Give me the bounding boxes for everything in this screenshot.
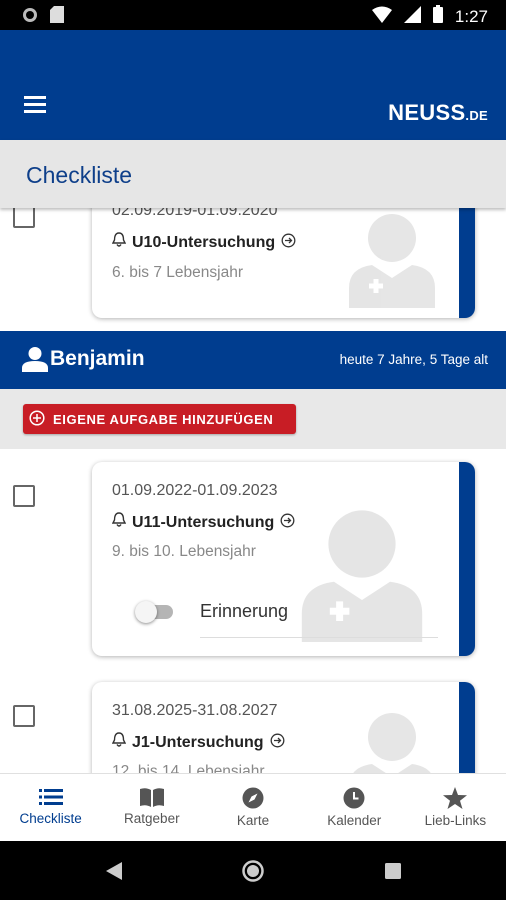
list-icon [38, 789, 63, 805]
status-bar: 1:27 [0, 0, 506, 30]
nav-label: Ratgeber [124, 811, 180, 826]
add-circle-icon [29, 409, 45, 429]
reminder-divider [200, 637, 438, 638]
app-header: NEUSS.DE [0, 30, 506, 140]
checklist-content[interactable]: 02.09.2019-01.09.2020 U10-Untersuchung 6… [0, 208, 506, 773]
page-title-bar: Checkliste [0, 140, 506, 208]
exam-age-range: 6. bis 7 Lebensjahr [112, 264, 243, 281]
exam-title: U10-Untersuchung [111, 232, 296, 253]
nav-karte[interactable]: Karte [202, 774, 303, 841]
nav-checkliste[interactable]: Checkliste [0, 774, 101, 841]
system-navigation-bar [0, 841, 506, 900]
task-checkbox[interactable] [13, 485, 35, 507]
nav-label: Lieb-Links [424, 813, 487, 828]
back-icon[interactable] [106, 862, 122, 880]
exam-title: U11-Untersuchung [111, 512, 295, 533]
reminder-toggle[interactable] [135, 601, 175, 623]
card-row-u10: 02.09.2019-01.09.2020 U10-Untersuchung 6… [0, 208, 506, 331]
add-task-button[interactable]: EIGENE AUFGABE HINZUFÜGEN [23, 404, 296, 434]
nav-label: Checkliste [19, 811, 82, 826]
exam-card-j1[interactable]: 31.08.2025-31.08.2027 J1-Untersuchung 12… [92, 682, 475, 773]
card-row-j1: 31.08.2025-31.08.2027 J1-Untersuchung 12… [0, 669, 506, 773]
bell-icon [111, 512, 127, 533]
home-icon[interactable] [242, 860, 264, 882]
nav-label: Kalender [327, 813, 382, 828]
person-icon [22, 347, 48, 372]
doctor-icon [301, 510, 423, 642]
logo-text: NEUSS [388, 100, 466, 125]
arrow-circle-icon[interactable] [281, 233, 296, 253]
reminder-label: Erinnerung [200, 601, 289, 621]
status-time: 1:27 [454, 6, 488, 26]
child-header: Benjamin heute 7 Jahre, 5 Tage alt [0, 331, 506, 389]
arrow-circle-icon[interactable] [270, 733, 285, 753]
recents-icon[interactable] [385, 863, 401, 879]
clock-icon [343, 787, 365, 809]
exam-date-range: 01.09.2022-01.09.2023 [112, 482, 278, 499]
sd-card-icon [50, 6, 64, 28]
exam-name: U11-Untersuchung [132, 513, 275, 531]
exam-name: J1-Untersuchung [132, 733, 264, 751]
doctor-icon [353, 713, 431, 773]
exam-title: J1-Untersuchung [111, 732, 285, 753]
menu-icon[interactable] [24, 96, 46, 114]
nav-kalender[interactable]: Kalender [304, 774, 405, 841]
book-icon [139, 788, 164, 807]
exam-age-range: 9. bis 10. Lebensjahr [112, 543, 256, 560]
exam-date-range: 31.08.2025-31.08.2027 [112, 702, 278, 719]
doctor-icon [349, 214, 435, 308]
signal-icon [403, 5, 421, 28]
battery-icon [432, 5, 443, 28]
exam-age-range: 12. bis 14. Lebensjahr [112, 763, 265, 773]
arrow-circle-icon[interactable] [280, 513, 295, 533]
wifi-icon [371, 6, 392, 28]
child-name: Benjamin [50, 347, 145, 370]
nav-lieb-links[interactable]: Lieb-Links [405, 774, 506, 841]
page-title: Checkliste [26, 162, 133, 188]
add-task-label: EIGENE AUFGABE HINZUFÜGEN [53, 411, 274, 427]
star-icon [443, 787, 468, 809]
bell-icon [111, 232, 127, 253]
task-checkbox[interactable] [13, 705, 35, 727]
bell-icon [111, 732, 127, 753]
exam-card-u11[interactable]: 01.09.2022-01.09.2023 U11-Untersuchung 9… [92, 462, 475, 656]
nav-ratgeber[interactable]: Ratgeber [101, 774, 202, 841]
neuss-logo: NEUSS.DE [388, 100, 488, 126]
add-task-area: EIGENE AUFGABE HINZUFÜGEN [0, 389, 506, 449]
child-age: heute 7 Jahre, 5 Tage alt [339, 352, 488, 367]
compass-icon [242, 787, 264, 809]
card-accent-stripe [459, 462, 475, 656]
app-screen: 1:27 NEUSS.DE Checkliste 02.09.2019-01.0… [0, 0, 506, 900]
task-checkbox[interactable] [13, 208, 35, 228]
logo-suffix: .DE [465, 108, 488, 123]
card-accent-stripe [459, 208, 475, 318]
nav-label: Karte [236, 813, 270, 828]
card-accent-stripe [459, 682, 475, 773]
notification-circle-icon [22, 7, 38, 28]
exam-date-range: 02.09.2019-01.09.2020 [112, 208, 278, 219]
exam-name: U10-Untersuchung [132, 233, 276, 251]
bottom-navigation: Checkliste Ratgeber Karte Kalender Lieb-… [0, 773, 506, 841]
exam-card-u10[interactable]: 02.09.2019-01.09.2020 U10-Untersuchung 6… [92, 208, 475, 318]
card-row-u11: 01.09.2022-01.09.2023 U11-Untersuchung 9… [0, 449, 506, 669]
